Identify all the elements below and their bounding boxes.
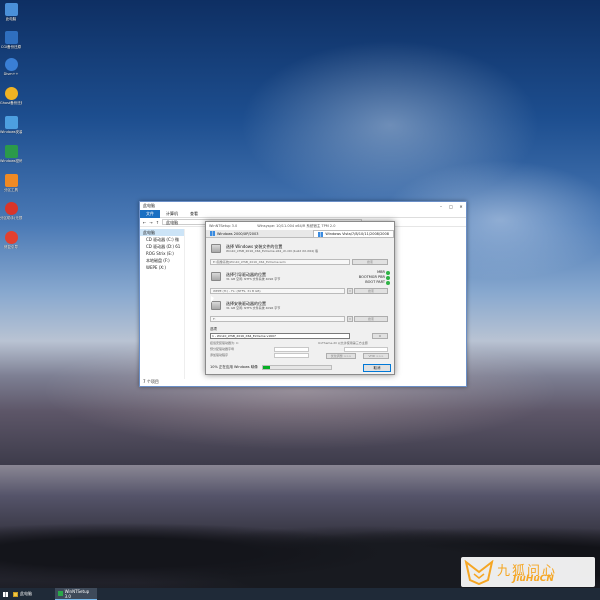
partition-assistant-icon bbox=[4, 202, 18, 215]
status-ok-icon bbox=[386, 280, 390, 285]
lock-icon bbox=[4, 145, 18, 158]
explorer-ribbon-tabs: 文件 计算机 查看 bbox=[140, 209, 466, 218]
windows-logo-icon bbox=[2, 591, 8, 597]
desktop-icon-partition[interactable]: 分区工具 bbox=[0, 174, 22, 192]
nav-item[interactable]: CD 驱动器 (D:) 61 bbox=[140, 243, 184, 250]
install-search-button[interactable]: 搜索 bbox=[354, 316, 388, 322]
boot-info: 31 GB 空闲; NTFS 文件系统 4096 字节 bbox=[226, 277, 281, 281]
setup-icon bbox=[4, 116, 18, 129]
install-info: 31 GB 空闲; NTFS 文件系统 4096 字节 bbox=[226, 306, 281, 310]
watermark-english: JiuHuCN bbox=[513, 574, 554, 584]
nav-item[interactable]: WEPE (X:) bbox=[140, 264, 184, 271]
tweaks-button[interactable]: 优化调整 >>> bbox=[326, 353, 356, 359]
boot-dropdown-button[interactable]: ▾ bbox=[347, 288, 353, 294]
taskbar: 此电脑 WinNTSetup 3.0 bbox=[0, 588, 600, 600]
desktop-icon-password[interactable]: Windows密码修改 bbox=[0, 145, 22, 163]
mode-field[interactable] bbox=[344, 347, 388, 352]
setup-icon bbox=[58, 591, 63, 596]
close-icon[interactable]: ✕ bbox=[456, 204, 466, 209]
dialog-titlebar[interactable]: WinNTSetup 3.0 Winsyspe: 10/11.004 x64/R… bbox=[206, 222, 394, 230]
boot-flags: MBR BOOTMGR PBR BOOT PART bbox=[356, 270, 390, 285]
desktop-icon-repair[interactable]: 修复引导 bbox=[0, 231, 22, 249]
nav-item-this-pc[interactable]: 此电脑 bbox=[140, 229, 184, 236]
vhd-button[interactable]: VHD >>> bbox=[363, 353, 389, 359]
tab-windows-xp[interactable]: Windows 2000/XP/2003 bbox=[206, 230, 262, 237]
dialog-title: WinNTSetup 3.0 bbox=[209, 224, 238, 228]
desktop-icon-this-pc[interactable]: 此电脑 bbox=[0, 3, 22, 21]
status-ok-icon bbox=[386, 270, 390, 275]
windows-logo-icon bbox=[210, 231, 215, 236]
progress-bar bbox=[261, 365, 332, 370]
nav-item[interactable]: 本地磁盘 (F:) bbox=[140, 257, 184, 264]
desktop-icon-partition-assistant[interactable]: 分区助手(无损) bbox=[0, 202, 22, 220]
nav-item[interactable]: CD 驱动器 (C:) 微 bbox=[140, 236, 184, 243]
install-drive-select[interactable]: F: bbox=[210, 316, 345, 322]
mouse-cursor-icon bbox=[211, 296, 214, 303]
progress-fill bbox=[262, 366, 270, 369]
nav-item[interactable]: ROG Strix (E:) bbox=[140, 250, 184, 257]
up-icon[interactable]: ↑ bbox=[156, 220, 159, 225]
tab-file[interactable]: 文件 bbox=[140, 209, 160, 218]
drive-icon bbox=[211, 244, 221, 253]
ghost-icon bbox=[4, 87, 18, 100]
edition-select[interactable]: 1 - Win10_LTSB_2016_X64_Extreme v1607 bbox=[210, 333, 350, 339]
desktop-icon-dism[interactable]: Dism++ bbox=[0, 58, 22, 76]
option-drive-letter[interactable]: 预分配驱动器字母 bbox=[210, 347, 234, 351]
dialog-tabs: Windows 2000/XP/2003 Windows Vista/7/8/1… bbox=[206, 230, 394, 238]
source-path-field[interactable]: E:\镜像系统\Win10_LTSB_2016_X64_Extreme.wim bbox=[210, 259, 350, 265]
partition-icon bbox=[4, 174, 18, 187]
tab-windows-vista-plus[interactable]: Windows Vista/7/8/10/11/2008/2008 bbox=[313, 230, 394, 237]
boot-drive-select[interactable]: WEPE (H:) - FL: (NTFS, 31 B GB) bbox=[210, 288, 345, 294]
drive-icon bbox=[211, 272, 221, 281]
repair-icon bbox=[4, 231, 18, 244]
desktop-icon-cgi[interactable]: CGI备份还原 bbox=[0, 31, 22, 49]
forward-icon[interactable]: → bbox=[149, 220, 152, 225]
option-mount[interactable]: 挂载安装驱动器为: C: bbox=[210, 341, 239, 345]
tab-computer[interactable]: 计算机 bbox=[160, 211, 184, 217]
maximize-icon[interactable]: □ bbox=[446, 204, 456, 209]
watermark-logo: 九狐问心 JiuHuCN bbox=[461, 557, 595, 587]
cancel-button[interactable]: 取消 bbox=[363, 364, 391, 372]
option-drivers[interactable]: 添加驱动程序 bbox=[210, 353, 228, 357]
drive-letter-field[interactable] bbox=[274, 347, 309, 352]
gear-icon bbox=[4, 58, 18, 71]
desktop-icon-ghost[interactable]: Ghost备份还原 bbox=[0, 87, 22, 105]
tab-view[interactable]: 查看 bbox=[184, 211, 204, 217]
taskbar-winntsetup[interactable]: WinNTSetup 3.0 bbox=[55, 588, 97, 600]
backup-icon bbox=[4, 31, 18, 44]
install-dropdown-button[interactable]: ▾ bbox=[347, 316, 353, 322]
computer-icon bbox=[4, 3, 18, 16]
explorer-title: 此电脑 bbox=[143, 203, 155, 208]
boot-search-button[interactable]: 搜索 bbox=[354, 288, 388, 294]
edition-button[interactable]: ⚙ bbox=[372, 333, 388, 339]
windows-logo-icon bbox=[318, 231, 324, 237]
explorer-titlebar[interactable]: 此电脑 – □ ✕ bbox=[140, 202, 466, 210]
winntsetup-dialog: WinNTSetup 3.0 Winsyspe: 10/11.004 x64/R… bbox=[205, 221, 395, 375]
progress-status: 10% 正在应用 Windows 映像 bbox=[210, 365, 258, 369]
start-button[interactable] bbox=[0, 588, 10, 600]
explorer-status: 7 个项目 bbox=[143, 379, 159, 384]
source-info: Win10_LTSB_2016_X64_Extreme.x64_ch-CN (b… bbox=[226, 249, 319, 253]
navigation-pane: 此电脑 CD 驱动器 (C:) 微 CD 驱动器 (D:) 61 ROG Str… bbox=[140, 229, 185, 379]
taskbar-explorer[interactable]: 此电脑 bbox=[10, 588, 35, 600]
fox-logo-icon bbox=[464, 560, 494, 585]
options-label: 选项 bbox=[210, 327, 217, 331]
desktop-icon-winntsetup[interactable]: Windows安装器 bbox=[0, 116, 22, 134]
option-uxtheme[interactable]: UxTheme.dll 以允许使用第三方主题 bbox=[318, 341, 368, 345]
source-search-button[interactable]: 搜索 bbox=[352, 259, 388, 265]
dialog-title-info: Winsyspe: 10/11.004 x64/R 系统宿主 TPM 2.0 bbox=[257, 223, 336, 228]
back-icon[interactable]: ← bbox=[143, 220, 146, 225]
folder-icon bbox=[13, 591, 18, 597]
status-ok-icon bbox=[386, 275, 390, 280]
flag-bootpart: BOOT PART bbox=[356, 280, 390, 285]
drivers-field[interactable] bbox=[274, 353, 309, 358]
minimize-icon[interactable]: – bbox=[436, 204, 446, 209]
